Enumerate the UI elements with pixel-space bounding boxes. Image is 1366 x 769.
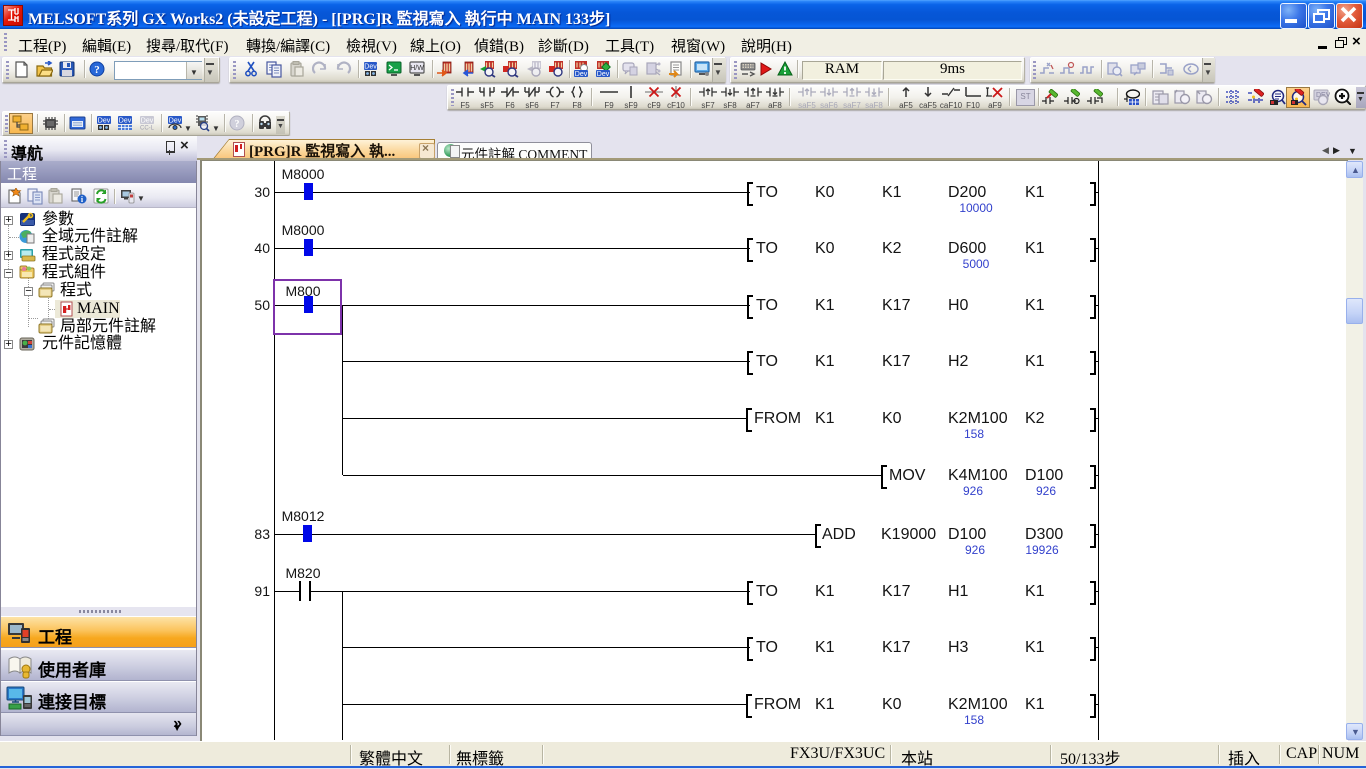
svg-text:sF6: sF6 <box>525 101 539 110</box>
svg-text:sF8: sF8 <box>723 101 737 110</box>
svg-text:H/W: H/W <box>410 65 424 72</box>
svg-text:?: ? <box>235 119 240 130</box>
svg-text:F10: F10 <box>966 101 980 110</box>
svg-text:saF8: saF8 <box>865 101 883 110</box>
svg-text:sF5: sF5 <box>480 101 494 110</box>
svg-text:saF7: saF7 <box>843 101 861 110</box>
svg-text:saF6: saF6 <box>820 101 838 110</box>
svg-text:aF8: aF8 <box>768 101 782 110</box>
svg-text:caF5: caF5 <box>919 101 937 110</box>
svg-text:aF9: aF9 <box>988 101 1002 110</box>
svg-text:Dev: Dev <box>98 118 111 125</box>
svg-text:CC-L: CC-L <box>140 126 155 132</box>
svg-text:Dev: Dev <box>575 71 588 78</box>
svg-text:sF9: sF9 <box>624 101 638 110</box>
svg-text:cF9: cF9 <box>647 101 661 110</box>
svg-text:Dev: Dev <box>597 71 610 78</box>
svg-text:sF7: sF7 <box>701 101 715 110</box>
svg-text:Dev: Dev <box>364 64 377 71</box>
svg-text:Dev: Dev <box>141 118 154 125</box>
svg-text:F7: F7 <box>550 101 560 110</box>
svg-text:F6: F6 <box>505 101 515 110</box>
svg-text:saF5: saF5 <box>798 101 816 110</box>
svg-text:caF10: caF10 <box>940 101 962 110</box>
svg-text:Dev: Dev <box>119 118 132 125</box>
svg-text:cF10: cF10 <box>667 101 685 110</box>
svg-text:?: ? <box>94 64 100 76</box>
svg-text:aF5: aF5 <box>899 101 913 110</box>
svg-text:F5: F5 <box>460 101 470 110</box>
svg-text:F9: F9 <box>604 101 614 110</box>
svg-text:F8: F8 <box>572 101 582 110</box>
svg-text:aF7: aF7 <box>746 101 760 110</box>
